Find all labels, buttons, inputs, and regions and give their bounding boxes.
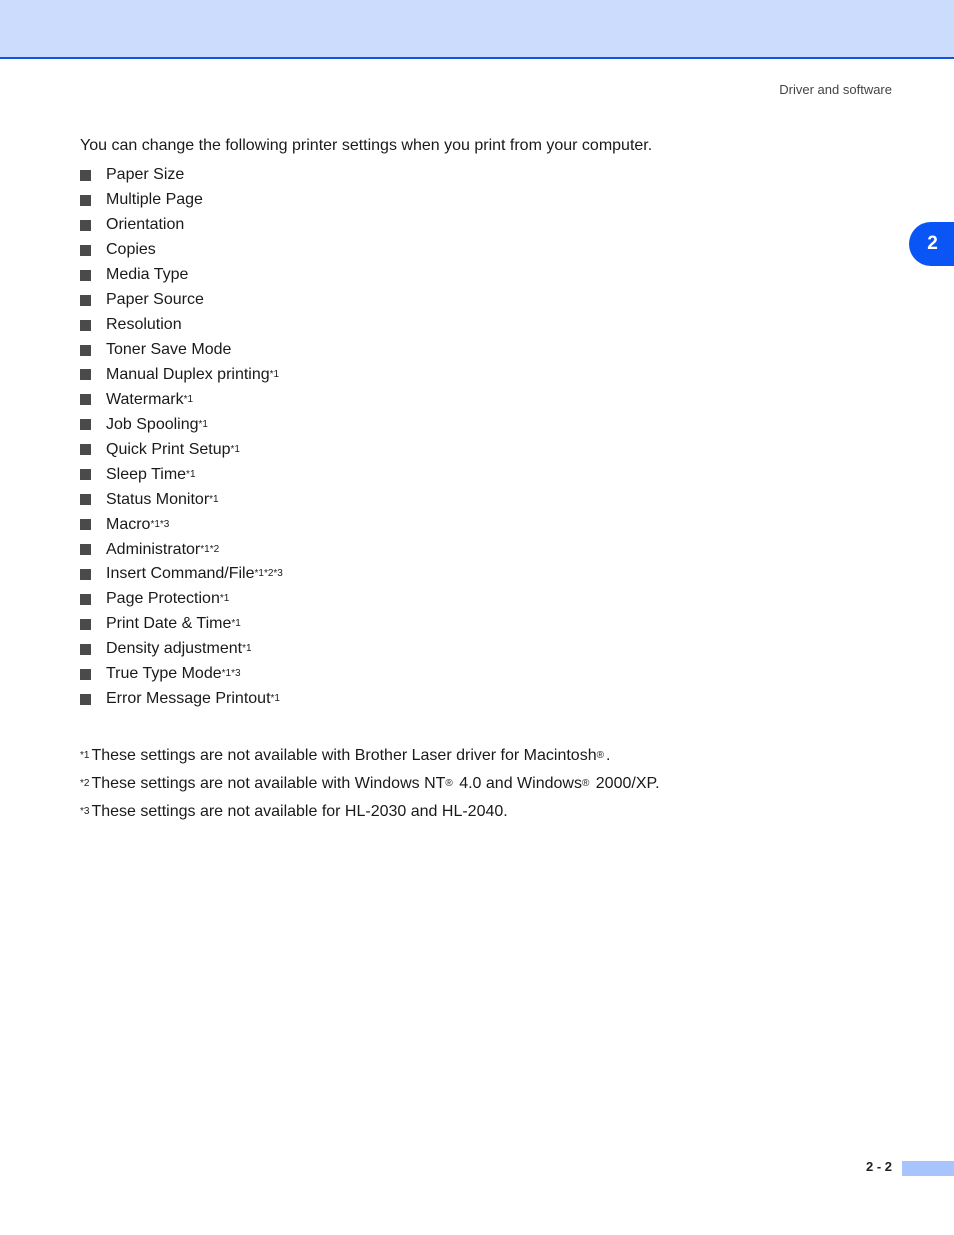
square-bullet-icon (80, 469, 91, 481)
list-item: Paper Size (80, 163, 283, 188)
square-bullet-icon (80, 643, 91, 655)
square-bullet-icon (80, 519, 91, 531)
list-item: Error Message Printout *1 (80, 687, 283, 712)
square-bullet-icon (80, 219, 91, 231)
square-bullet-icon (80, 568, 91, 580)
list-item: Administrator *1*2 (80, 537, 283, 562)
chapter-tab[interactable]: 2 (909, 222, 954, 266)
square-bullet-icon (80, 618, 91, 630)
footnote-text: . (605, 747, 611, 764)
square-bullet-icon (80, 544, 91, 556)
square-bullet-icon (80, 593, 91, 605)
footnotes: *1 These settings are not available with … (80, 742, 660, 826)
chapter-number: 2 (927, 233, 938, 254)
setting-label: True Type Mode (106, 665, 222, 683)
square-bullet-icon (80, 369, 91, 381)
list-item: True Type Mode *1*3 (80, 662, 283, 687)
list-item: Status Monitor *1 (80, 487, 283, 512)
intro-paragraph: You can change the following printer set… (80, 137, 653, 154)
setting-label: Orientation (106, 216, 185, 234)
list-item: Quick Print Setup *1 (80, 437, 283, 462)
setting-label: Insert Command/File (106, 565, 255, 583)
setting-label: Paper Source (106, 291, 204, 309)
list-item: Multiple Page (80, 188, 283, 213)
setting-label: Print Date & Time (106, 615, 232, 633)
setting-label: Page Protection (106, 590, 220, 608)
setting-label: Manual Duplex printing (106, 365, 270, 383)
list-item: Resolution (80, 313, 283, 338)
square-bullet-icon (80, 494, 91, 506)
square-bullet-icon (80, 244, 91, 256)
setting-label: Media Type (106, 266, 189, 284)
setting-label: Multiple Page (106, 191, 203, 209)
header-band (0, 0, 954, 59)
list-item: Job Spooling *1 (80, 412, 283, 437)
list-item: Page Protection *1 (80, 587, 283, 612)
list-item: Watermark *1 (80, 387, 283, 412)
footnote-text: 4.0 and Windows (454, 775, 582, 792)
square-bullet-icon (80, 668, 91, 680)
setting-label: Status Monitor (106, 490, 210, 508)
footnote: *3 These settings are not available for H… (80, 803, 508, 820)
list-item: Media Type (80, 263, 283, 288)
list-item: Insert Command/File *1*2*3 (80, 562, 283, 587)
setting-label: Copies (106, 241, 156, 259)
setting-label: Job Spooling (106, 415, 199, 433)
list-item: Print Date & Time *1 (80, 612, 283, 637)
list-item: Paper Source (80, 288, 283, 313)
footnote-text: These settings are not available with Br… (91, 747, 597, 764)
list-item: Sleep Time *1 (80, 462, 283, 487)
square-bullet-icon (80, 394, 91, 406)
setting-label: Quick Print Setup (106, 440, 231, 458)
square-bullet-icon (80, 319, 91, 331)
square-bullet-icon (80, 194, 91, 206)
list-item: Orientation (80, 213, 283, 238)
list-item: Macro *1*3 (80, 512, 283, 537)
page-number: 2 - 2 (865, 1159, 892, 1174)
setting-label: Resolution (106, 316, 182, 334)
footnote: *2 These settings are not available with … (80, 775, 660, 792)
setting-label: Toner Save Mode (106, 341, 232, 359)
footnote-text: These settings are not available for HL-… (91, 803, 508, 820)
list-item: Manual Duplex printing *1 (80, 363, 283, 388)
running-head: Driver and software (779, 82, 892, 97)
square-bullet-icon (80, 169, 91, 181)
setting-label: Watermark (106, 390, 184, 408)
footnote-text: 2000/XP. (591, 775, 660, 792)
setting-label: Sleep Time (106, 465, 187, 483)
setting-label: Density adjustment (106, 640, 243, 658)
square-bullet-icon (80, 294, 91, 306)
setting-label: Error Message Printout (106, 690, 271, 708)
list-item: Copies (80, 238, 283, 263)
square-bullet-icon (80, 419, 91, 431)
footnote-text: These settings are not available with Wi… (91, 775, 446, 792)
settings-list: Paper Size Multiple Page Orientation Copies… (80, 163, 283, 712)
square-bullet-icon (80, 269, 91, 281)
footnote: *1 These settings are not available with … (80, 747, 611, 764)
setting-label: Paper Size (106, 166, 185, 184)
square-bullet-icon (80, 693, 91, 705)
setting-label: Administrator (106, 540, 201, 558)
square-bullet-icon (80, 444, 91, 456)
list-item: Density adjustment *1 (80, 637, 283, 662)
list-item: Toner Save Mode (80, 338, 283, 363)
footer-bar (902, 1161, 954, 1176)
setting-label: Macro (106, 515, 151, 533)
square-bullet-icon (80, 344, 91, 356)
